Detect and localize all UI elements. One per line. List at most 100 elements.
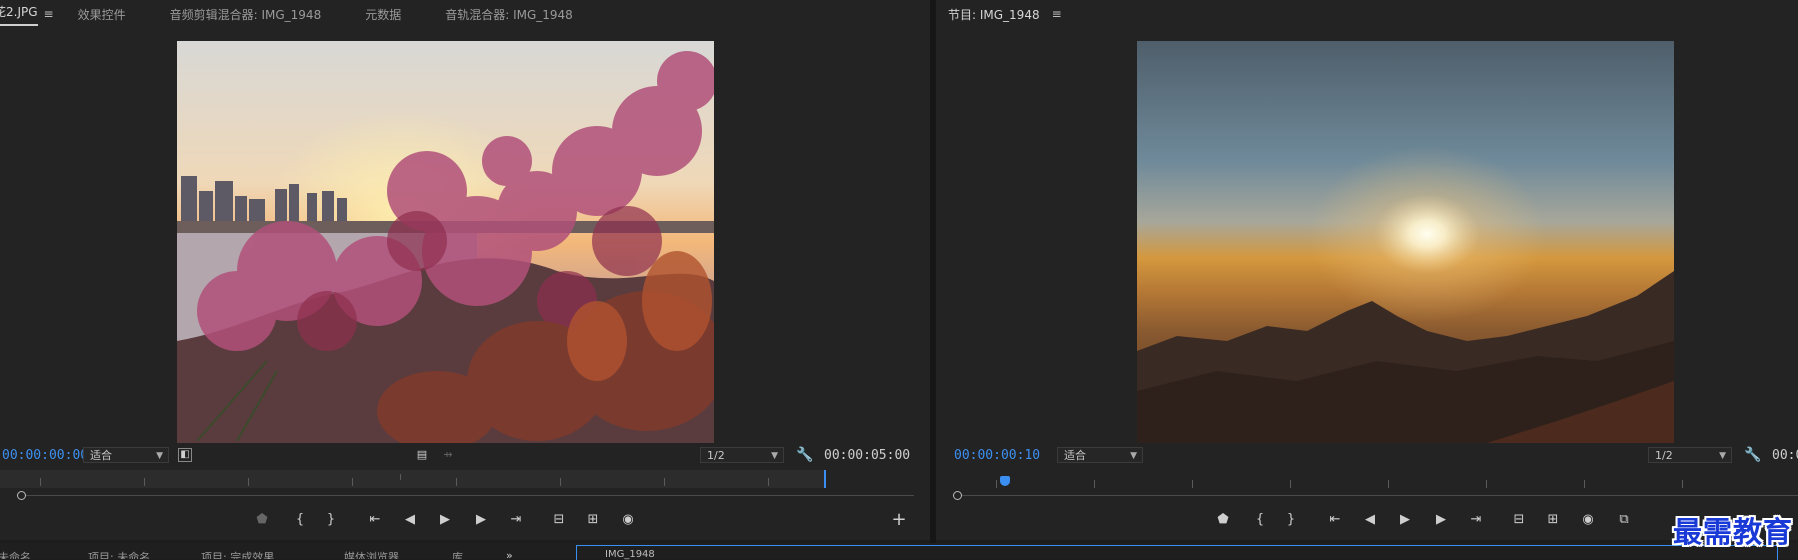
ruler-tick xyxy=(664,478,665,486)
panel-menu-icon[interactable]: ≡ xyxy=(44,7,54,21)
compare-icon: ⧉ xyxy=(1619,512,1629,527)
program-zoom-value: 适合 xyxy=(1064,449,1086,462)
step-back-button[interactable]: ◀ xyxy=(400,512,420,528)
ruler-tick xyxy=(1094,480,1095,488)
lift-button[interactable]: ⊟ xyxy=(1509,512,1529,528)
playhead-icon[interactable] xyxy=(1000,476,1010,486)
source-zoom-select[interactable]: 适合 ▼ xyxy=(83,447,169,463)
tab-libraries[interactable]: 库 xyxy=(452,549,463,559)
tab-program[interactable]: 节目: IMG_1948 xyxy=(948,6,1040,23)
ruler-tick xyxy=(1388,480,1389,488)
source-video-frame[interactable] xyxy=(177,41,714,443)
play-button[interactable]: ▶ xyxy=(435,512,455,528)
source-current-timecode[interactable]: 00:00:00:00 xyxy=(2,448,88,463)
chevron-down-icon: ▼ xyxy=(156,451,163,461)
go-to-out-button[interactable]: ⇥ xyxy=(506,512,526,528)
ruler-tick xyxy=(456,478,457,486)
source-scrub-bar[interactable] xyxy=(0,470,826,488)
tab-untitled[interactable]: 未命名 xyxy=(0,549,31,559)
go-to-in-icon: ⇤ xyxy=(369,512,381,527)
settings-toggle-icon[interactable]: ▤ xyxy=(413,447,431,463)
sunrise-clouds-image xyxy=(1137,41,1674,443)
ruler-tick xyxy=(560,478,561,486)
drag-audio-icon: ⇸ xyxy=(443,448,453,461)
source-resolution-select[interactable]: 1/2 ▼ xyxy=(700,447,784,463)
wrench-icon[interactable]: 🔧 xyxy=(1744,447,1762,463)
go-to-in-button[interactable]: ⇤ xyxy=(365,512,385,528)
step-forward-button[interactable]: ▶ xyxy=(471,512,491,528)
program-zoom-select[interactable]: 适合 ▼ xyxy=(1057,447,1143,463)
mark-in-icon: { xyxy=(1255,512,1265,527)
ruler-tick xyxy=(352,478,353,486)
zoom-handle[interactable] xyxy=(17,491,26,500)
ruler-tick xyxy=(768,478,769,486)
play-icon: ▶ xyxy=(440,512,450,527)
add-marker-button[interactable]: ⬟ xyxy=(252,512,272,528)
tab-project-untitled[interactable]: 项目: 未命名 xyxy=(88,549,150,559)
step-forward-button[interactable]: ▶ xyxy=(1431,512,1451,528)
mark-out-icon: } xyxy=(326,512,336,527)
play-button[interactable]: ▶ xyxy=(1395,512,1415,528)
go-to-out-icon: ⇥ xyxy=(1470,512,1482,527)
program-video-frame[interactable] xyxy=(1137,41,1674,443)
insert-button[interactable]: ⊟ xyxy=(549,512,569,528)
play-icon: ▶ xyxy=(1400,512,1410,527)
tab-audio-track-mixer[interactable]: 音轨混合器: IMG_1948 xyxy=(445,6,573,23)
drag-video-icon[interactable]: ◧ xyxy=(178,448,192,462)
program-scrub-bar[interactable] xyxy=(948,470,1798,488)
ruler-tick xyxy=(1290,480,1291,488)
mark-out-button[interactable]: } xyxy=(1281,512,1301,528)
chevron-down-icon: ▼ xyxy=(1130,451,1137,461)
tab-metadata[interactable]: 元数据 xyxy=(365,6,401,23)
tab-media-browser[interactable]: 媒体浏览器 xyxy=(344,549,399,559)
more-tabs-icon[interactable]: » xyxy=(506,549,513,559)
tab-sequence[interactable]: IMG_1948 xyxy=(605,549,655,560)
program-duration: 00:0 xyxy=(1772,448,1798,463)
program-resolution-value: 1/2 xyxy=(1655,449,1673,462)
ruler-tick xyxy=(144,478,145,486)
source-out-point-marker xyxy=(824,470,826,488)
add-marker-button[interactable]: ⬟ xyxy=(1213,512,1233,528)
tab-effect-controls[interactable]: 效果控件 xyxy=(78,6,126,23)
go-to-in-icon: ⇤ xyxy=(1329,512,1341,527)
program-zoom-scrollbar[interactable] xyxy=(954,495,1798,496)
panel-menu-icon[interactable]: ≡ xyxy=(1052,7,1062,21)
lift-icon: ⊟ xyxy=(1513,512,1525,527)
program-current-timecode[interactable]: 00:00:00:10 xyxy=(954,448,1040,463)
source-duration: 00:00:05:00 xyxy=(824,448,911,463)
mark-in-button[interactable]: { xyxy=(290,512,310,528)
ruler-tick xyxy=(1682,480,1683,488)
step-back-button[interactable]: ◀ xyxy=(1360,512,1380,528)
marker-icon: ⬟ xyxy=(256,512,268,527)
mark-out-button[interactable]: } xyxy=(321,512,341,528)
go-to-in-button[interactable]: ⇤ xyxy=(1325,512,1345,528)
overwrite-button[interactable]: ⊞ xyxy=(583,512,603,528)
ruler-tick xyxy=(1192,480,1193,488)
export-frame-button[interactable]: ◉ xyxy=(1578,512,1598,528)
comparison-view-button[interactable]: ⧉ xyxy=(1614,512,1634,528)
tab-audio-clip-mixer[interactable]: 音频剪辑混合器: IMG_1948 xyxy=(170,6,322,23)
ruler-tick xyxy=(40,478,41,486)
mark-out-icon: } xyxy=(1286,512,1296,527)
tab-project-finished[interactable]: 项目: 完成效果 xyxy=(201,549,274,559)
source-resolution-value: 1/2 xyxy=(707,449,725,462)
program-tab-bar: 节目: IMG_1948 ≡ xyxy=(948,0,1798,28)
button-editor-add[interactable]: + xyxy=(889,511,909,529)
export-frame-button[interactable]: ◉ xyxy=(618,512,638,528)
source-monitor-panel: 花2.JPG ≡ 效果控件 音频剪辑混合器: IMG_1948 元数据 音轨混合… xyxy=(0,0,930,540)
source-zoom-scrollbar[interactable] xyxy=(18,495,914,496)
step-forward-icon: ▶ xyxy=(476,512,486,527)
wrench-icon[interactable]: 🔧 xyxy=(796,447,814,463)
blossom-sunset-image xyxy=(177,41,714,443)
overwrite-icon: ⊞ xyxy=(587,512,599,527)
mark-in-button[interactable]: { xyxy=(1250,512,1270,528)
program-resolution-select[interactable]: 1/2 ▼ xyxy=(1648,447,1732,463)
source-zoom-value: 适合 xyxy=(90,449,112,462)
go-to-out-button[interactable]: ⇥ xyxy=(1466,512,1486,528)
mark-in-icon: { xyxy=(295,512,305,527)
extract-icon: ⊞ xyxy=(1547,512,1559,527)
tab-source-clip[interactable]: 花2.JPG xyxy=(0,3,38,26)
zoom-handle[interactable] xyxy=(953,491,962,500)
extract-button[interactable]: ⊞ xyxy=(1543,512,1563,528)
camera-icon: ◉ xyxy=(1582,512,1594,527)
